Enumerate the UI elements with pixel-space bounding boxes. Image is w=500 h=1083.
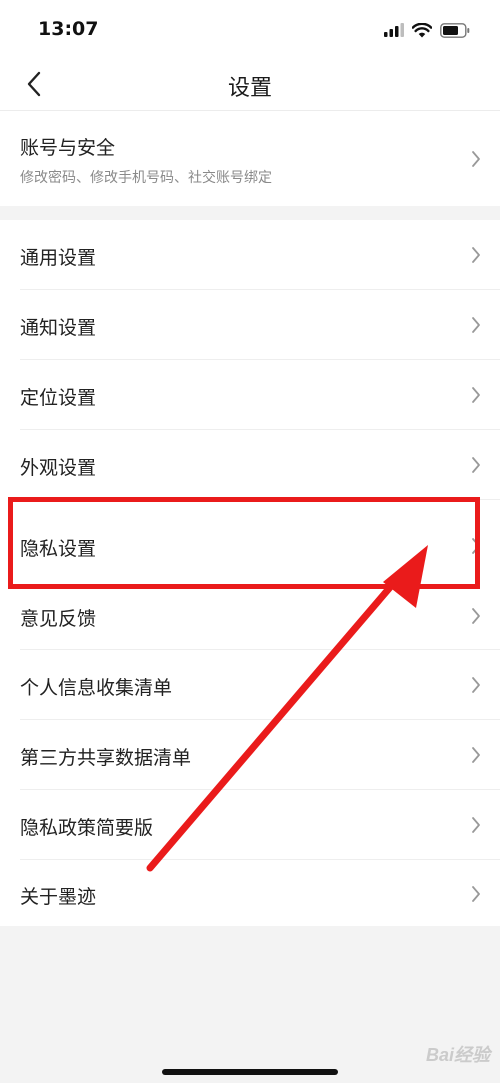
settings-item-label: 隐私设置	[20, 538, 97, 560]
settings-item-general[interactable]: 通用设置	[0, 220, 500, 289]
settings-item-label: 意见反馈	[20, 608, 97, 630]
settings-item-label: 关于墨迹	[20, 886, 97, 908]
status-time: 13:07	[38, 18, 99, 40]
status-bar: 13:07	[0, 0, 500, 58]
signal-icon	[384, 23, 404, 37]
settings-item-personal-info-list[interactable]: 个人信息收集清单	[0, 650, 500, 719]
chevron-right-icon	[472, 747, 480, 763]
chevron-right-icon	[472, 317, 480, 333]
settings-item-about[interactable]: 关于墨迹	[0, 860, 500, 926]
settings-item-appearance[interactable]: 外观设置	[0, 430, 500, 499]
settings-item-label: 隐私政策简要版	[20, 817, 154, 839]
page-title: 设置	[227, 76, 272, 101]
watermark: Bai经验	[425, 1045, 490, 1065]
settings-item-third-party-data[interactable]: 第三方共享数据清单	[0, 720, 500, 789]
account-security-row[interactable]: 账号与安全 修改密码、修改手机号码、社交账号绑定	[0, 111, 500, 206]
battery-icon	[440, 22, 470, 38]
settings-item-label: 个人信息收集清单	[20, 677, 173, 699]
nav-bar: 设置	[0, 58, 500, 111]
chevron-right-icon	[472, 608, 480, 624]
settings-item-privacy[interactable]: 隐私设置	[0, 500, 500, 589]
chevron-right-icon	[472, 817, 480, 833]
settings-item-location[interactable]: 定位设置	[0, 360, 500, 429]
settings-item-feedback[interactable]: 意见反馈	[0, 589, 500, 649]
home-indicator	[162, 1069, 338, 1075]
account-section: 账号与安全 修改密码、修改手机号码、社交账号绑定	[0, 111, 500, 206]
chevron-right-icon	[472, 151, 480, 167]
settings-item-label: 第三方共享数据清单	[20, 747, 192, 769]
chevron-right-icon	[472, 886, 480, 902]
account-security-subtitle: 修改密码、修改手机号码、社交账号绑定	[20, 170, 272, 186]
chevron-right-icon	[472, 677, 480, 693]
chevron-right-icon	[472, 538, 480, 554]
settings-item-privacy-policy-brief[interactable]: 隐私政策简要版	[0, 790, 500, 859]
chevron-right-icon	[472, 457, 480, 473]
chevron-right-icon	[472, 387, 480, 403]
settings-item-notification[interactable]: 通知设置	[0, 290, 500, 359]
settings-item-label: 定位设置	[20, 387, 97, 409]
settings-item-label: 外观设置	[20, 457, 97, 479]
account-security-title: 账号与安全	[20, 137, 116, 159]
status-icons	[384, 20, 470, 40]
wifi-icon	[412, 22, 432, 37]
chevron-right-icon	[472, 247, 480, 263]
settings-list: 通用设置 通知设置 定位设置 外观设置 隐私设置 意见反馈 个人信息收集清单 第…	[0, 220, 500, 926]
settings-item-label: 通用设置	[20, 247, 97, 269]
settings-item-label: 通知设置	[20, 317, 97, 339]
